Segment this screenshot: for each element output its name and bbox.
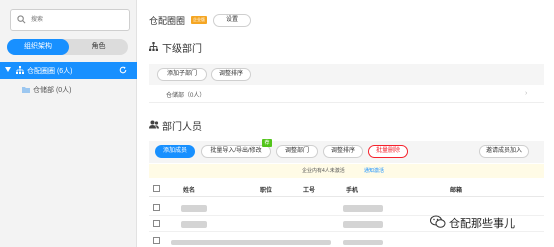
tab-roles[interactable]: 角色 <box>69 39 128 55</box>
redacted-name <box>181 205 207 212</box>
org-chart-icon <box>16 66 24 74</box>
watermark-text: 仓配那些事儿 <box>449 218 515 230</box>
refresh-icon[interactable] <box>119 66 127 74</box>
search-box[interactable] <box>10 9 130 31</box>
subdept-name: 仓储部（0人） <box>166 93 206 99</box>
move-dept-button[interactable]: 调整部门 <box>276 145 318 158</box>
members-table-header: 姓名 职位 工号 手机 邮箱 <box>149 181 544 197</box>
settings-button[interactable]: 设置 <box>213 14 251 27</box>
members-heading-text: 部门人员 <box>162 122 202 133</box>
page-title: 仓配圈圈 <box>149 16 186 26</box>
caret-down-icon[interactable] <box>5 67 11 72</box>
row-checkbox[interactable] <box>153 220 160 227</box>
sort-members-button[interactable]: 调整排序 <box>323 145 363 158</box>
tree-item-warehouse[interactable]: 仓储部 (0人) <box>0 82 137 97</box>
edition-badge: 企业版 <box>191 16 207 24</box>
tab-org-structure[interactable]: 组织架构 <box>7 39 69 55</box>
add-member-button[interactable]: 添加成员 <box>155 145 195 158</box>
tree-item-root-label: 仓配圈圈 (6人) <box>27 68 73 75</box>
redacted-phone <box>343 205 383 212</box>
column-position: 职位 <box>260 188 273 194</box>
subdept-heading-text: 下级部门 <box>162 44 202 55</box>
notify-activate-link[interactable]: 通知激活 <box>364 164 384 178</box>
chevron-right-icon: › <box>525 90 528 97</box>
row-checkbox[interactable] <box>153 237 160 244</box>
view-switch: 组织架构 角色 <box>7 39 128 55</box>
column-email: 邮箱 <box>450 188 463 194</box>
members-toolbar: 添加成员 批量导入/导出/修改 调整部门 调整排序 批量删除 邀请成员加入 <box>149 141 544 163</box>
redacted-phone <box>343 240 383 245</box>
wechat-logo-icon <box>430 215 446 228</box>
bulk-import-button[interactable]: 批量导入/导出/修改 <box>201 145 271 158</box>
row-checkbox[interactable] <box>153 204 160 211</box>
column-name: 姓名 <box>183 188 196 194</box>
subdept-heading: 下级部门 <box>149 40 269 55</box>
subdept-toolbar: 添加子部门 调整排序 <box>149 64 544 85</box>
column-employee-id: 工号 <box>303 188 316 194</box>
activation-notice-text: 企业内有4人未激活 <box>302 168 345 174</box>
org-chart-icon <box>149 42 158 51</box>
tree-item-root[interactable]: 仓配圈圈 (6人) <box>0 62 137 79</box>
subdept-row[interactable]: 仓储部（0人） › <box>149 85 544 103</box>
column-phone: 手机 <box>346 188 359 194</box>
add-subdept-button[interactable]: 添加子部门 <box>157 68 207 81</box>
activation-notice: 企业内有4人未激活 通知激活 <box>149 164 544 178</box>
select-all-checkbox[interactable] <box>153 185 160 192</box>
recommend-badge: 荐 <box>262 139 272 147</box>
users-icon <box>149 120 159 129</box>
table-row[interactable] <box>149 200 544 216</box>
sidebar: 组织架构 角色 仓配圈圈 (6人) 仓储部 (0人) <box>0 0 137 247</box>
search-icon <box>17 15 26 24</box>
folder-icon <box>22 87 30 93</box>
redacted-name <box>181 221 207 228</box>
search-input[interactable] <box>31 13 125 27</box>
members-heading: 部门人员 <box>149 118 269 133</box>
redacted-phone <box>343 221 383 228</box>
bulk-delete-button[interactable]: 批量删除 <box>368 145 408 158</box>
invite-members-button[interactable]: 邀请成员加入 <box>479 145 529 158</box>
tree-item-warehouse-label: 仓储部 (0人) <box>33 87 72 94</box>
table-row[interactable] <box>149 232 544 247</box>
redacted-row <box>171 240 331 245</box>
sort-subdept-button[interactable]: 调整排序 <box>211 68 251 81</box>
